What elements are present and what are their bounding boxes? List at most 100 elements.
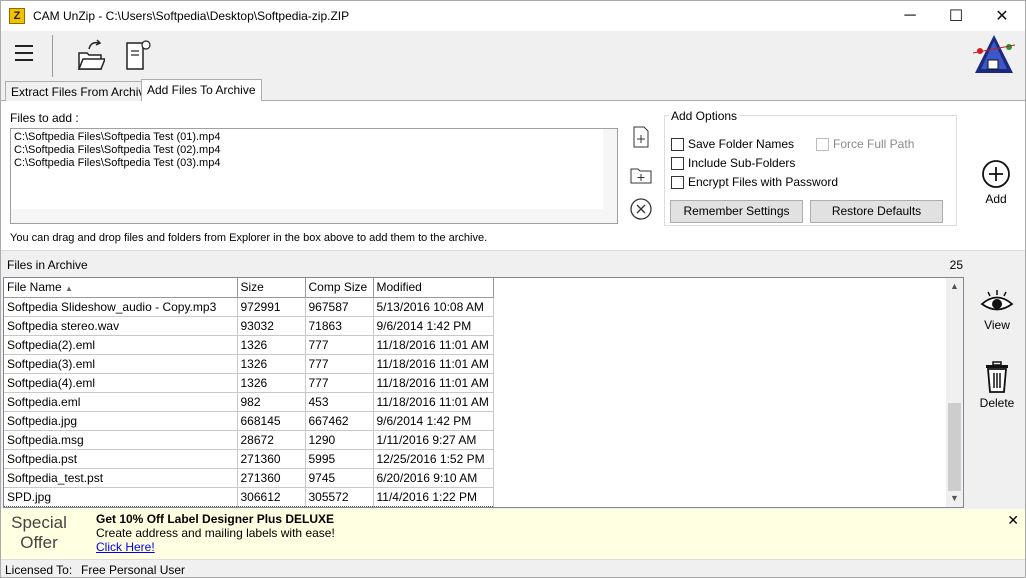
special-offer-banner: Special Offer Get 10% Off Label Designer… bbox=[1, 509, 1025, 559]
view-button[interactable]: View bbox=[976, 289, 1018, 332]
eye-icon bbox=[980, 290, 1014, 311]
file-entry[interactable]: C:\Softpedia Files\Softpedia Test (02).m… bbox=[14, 144, 614, 157]
licensed-to-value: Free Personal User bbox=[81, 563, 186, 577]
file-entry[interactable]: C:\Softpedia Files\Softpedia Test (01).m… bbox=[14, 131, 614, 144]
add-options-group: Add Options Save Folder Names Force Full… bbox=[664, 109, 957, 226]
cell-file-name: Softpedia Slideshow_audio - Copy.mp3 bbox=[4, 297, 238, 317]
delete-button[interactable]: Delete bbox=[976, 361, 1018, 410]
table-row[interactable]: Softpedia(2).eml 1326 777 11/18/2016 11:01 … bbox=[4, 335, 494, 355]
table-row[interactable]: SPD.jpg 306612 305572 11/4/2016 1:22 PM bbox=[4, 486, 494, 507]
drag-drop-hint: You can drag and drop files and folders … bbox=[10, 232, 488, 244]
table-row[interactable]: Softpedia.msg 28672 1290 1/11/2016 9:27 AM bbox=[4, 430, 494, 450]
cell-file-name: Softpedia.pst bbox=[4, 449, 238, 469]
checkbox-box[interactable] bbox=[671, 137, 684, 151]
files-box-horizontal-scrollbar[interactable] bbox=[11, 209, 617, 223]
files-box-vertical-scrollbar[interactable] bbox=[603, 129, 617, 209]
table-row[interactable]: Softpedia stereo.wav 93032 71863 9/6/2014 1… bbox=[4, 316, 494, 336]
cell-file-name: Softpedia(4).eml bbox=[4, 373, 238, 393]
add-folder-icon[interactable] bbox=[629, 163, 653, 187]
save-folder-names-checkbox[interactable]: Save Folder Names bbox=[671, 137, 794, 151]
cell-size: 668145 bbox=[237, 411, 306, 431]
open-archive-icon[interactable] bbox=[75, 39, 105, 73]
special-offer-badge: Special Offer bbox=[10, 513, 68, 553]
table-row[interactable]: Softpedia.eml 982 453 11/18/2016 11:01 AM bbox=[4, 392, 494, 412]
offer-description: Create address and mailing labels with e… bbox=[96, 526, 335, 540]
trash-icon bbox=[986, 361, 1008, 393]
cell-file-name: SPD.jpg bbox=[4, 486, 238, 507]
cell-modified: 6/20/2016 9:10 AM bbox=[373, 468, 494, 488]
tab-strip: Extract Files From Archive Add Files To … bbox=[1, 79, 1025, 102]
scroll-down-arrow-icon[interactable]: ▼ bbox=[946, 490, 963, 507]
cell-comp-size: 777 bbox=[305, 335, 374, 355]
minimize-button[interactable]: ─ bbox=[887, 1, 933, 31]
tab-add-files[interactable]: Add Files To Archive bbox=[141, 79, 262, 102]
checkbox-box[interactable] bbox=[671, 175, 684, 189]
column-header-file-name[interactable]: File Name ▲ bbox=[4, 278, 238, 298]
checkbox-label: Encrypt Files with Password bbox=[688, 175, 839, 189]
close-button[interactable]: ✕ bbox=[979, 1, 1025, 31]
cell-modified: 12/25/2016 1:52 PM bbox=[373, 449, 494, 469]
cell-comp-size: 5995 bbox=[305, 449, 374, 469]
file-entry[interactable]: C:\Softpedia Files\Softpedia Test (03).m… bbox=[14, 157, 614, 170]
files-to-add-box[interactable]: C:\Softpedia Files\Softpedia Test (01).m… bbox=[10, 128, 618, 224]
column-header-size[interactable]: Size bbox=[237, 278, 306, 298]
archive-header-bar: Files in Archive 25 bbox=[1, 254, 1025, 276]
files-to-add-label: Files to add : bbox=[10, 111, 79, 125]
table-row[interactable]: Softpedia.pst 271360 5995 12/25/2016 1:52 P… bbox=[4, 449, 494, 469]
new-archive-icon[interactable] bbox=[123, 39, 153, 73]
app-window: Z CAM UnZip - C:\Users\Softpedia\Desktop… bbox=[0, 0, 1026, 578]
cell-modified: 9/6/2014 1:42 PM bbox=[373, 411, 494, 431]
cell-size: 1326 bbox=[237, 373, 306, 393]
add-button[interactable]: Add bbox=[977, 159, 1015, 206]
cell-size: 306612 bbox=[237, 486, 306, 507]
licensed-to-label: Licensed To: bbox=[5, 563, 73, 577]
table-row[interactable]: Softpedia.jpg 668145 667462 9/6/2014 1:42 P… bbox=[4, 411, 494, 431]
cell-size: 1326 bbox=[237, 354, 306, 374]
archive-vertical-scrollbar[interactable]: ▲ ▼ bbox=[946, 278, 963, 507]
cell-size: 93032 bbox=[237, 316, 306, 336]
toolbar bbox=[1, 31, 1025, 79]
remember-settings-button[interactable]: Remember Settings bbox=[670, 200, 803, 223]
offer-title: Get 10% Off Label Designer Plus DELUXE bbox=[96, 512, 335, 526]
cell-file-name: Softpedia_test.pst bbox=[4, 468, 238, 488]
cell-file-name: Softpedia(2).eml bbox=[4, 335, 238, 355]
cell-modified: 11/4/2016 1:22 PM bbox=[373, 486, 494, 507]
cell-modified: 11/18/2016 11:01 AM bbox=[373, 335, 494, 355]
encrypt-files-checkbox[interactable]: Encrypt Files with Password bbox=[671, 175, 838, 189]
checkbox-box[interactable] bbox=[671, 156, 684, 170]
offer-close-icon[interactable]: ✕ bbox=[1007, 512, 1019, 529]
cell-comp-size: 71863 bbox=[305, 316, 374, 336]
cell-file-name: Softpedia.jpg bbox=[4, 411, 238, 431]
table-row[interactable]: Softpedia(4).eml 1326 777 11/18/2016 11:01 … bbox=[4, 373, 494, 393]
table-row[interactable]: Softpedia_test.pst 271360 9745 6/20/2016 9:… bbox=[4, 468, 494, 488]
restore-defaults-button[interactable]: Restore Defaults bbox=[810, 200, 943, 223]
scrollbar-thumb[interactable] bbox=[948, 403, 961, 491]
include-sub-folders-checkbox[interactable]: Include Sub-Folders bbox=[671, 156, 795, 170]
cell-modified: 9/6/2014 1:42 PM bbox=[373, 316, 494, 336]
cell-comp-size: 777 bbox=[305, 354, 374, 374]
scroll-up-arrow-icon[interactable]: ▲ bbox=[946, 278, 963, 295]
table-row[interactable]: Softpedia Slideshow_audio - Copy.mp3 9729… bbox=[4, 297, 494, 317]
offer-link[interactable]: Click Here! bbox=[96, 540, 155, 554]
table-header-row: File Name ▲ Size Comp Size Modified bbox=[4, 278, 494, 298]
toolbar-separator bbox=[52, 35, 53, 77]
cell-file-name: Softpedia.eml bbox=[4, 392, 238, 412]
cell-comp-size: 305572 bbox=[305, 486, 374, 507]
cell-comp-size: 453 bbox=[305, 392, 374, 412]
remove-file-icon[interactable] bbox=[629, 197, 653, 221]
column-header-comp-size[interactable]: Comp Size bbox=[305, 278, 374, 298]
add-files-panel: Files to add : C:\Softpedia Files\Softpe… bbox=[1, 101, 1025, 251]
add-options-title: Add Options bbox=[669, 109, 740, 123]
table-row[interactable]: Softpedia(3).eml 1326 777 11/18/2016 11:01 … bbox=[4, 354, 494, 374]
archive-file-list[interactable]: File Name ▲ Size Comp Size Modified Soft… bbox=[3, 277, 964, 508]
add-file-icon[interactable] bbox=[629, 125, 653, 149]
maximize-button[interactable]: ☐ bbox=[933, 1, 979, 31]
title-bar: Z CAM UnZip - C:\Users\Softpedia\Desktop… bbox=[1, 1, 1025, 31]
cell-modified: 11/18/2016 11:01 AM bbox=[373, 354, 494, 374]
cell-comp-size: 1290 bbox=[305, 430, 374, 450]
archive-file-count: 25 bbox=[949, 258, 963, 272]
tab-extract-files[interactable]: Extract Files From Archive bbox=[5, 81, 158, 101]
column-header-modified[interactable]: Modified bbox=[373, 278, 494, 298]
menu-icon[interactable] bbox=[15, 45, 33, 61]
cell-modified: 11/18/2016 11:01 AM bbox=[373, 373, 494, 393]
